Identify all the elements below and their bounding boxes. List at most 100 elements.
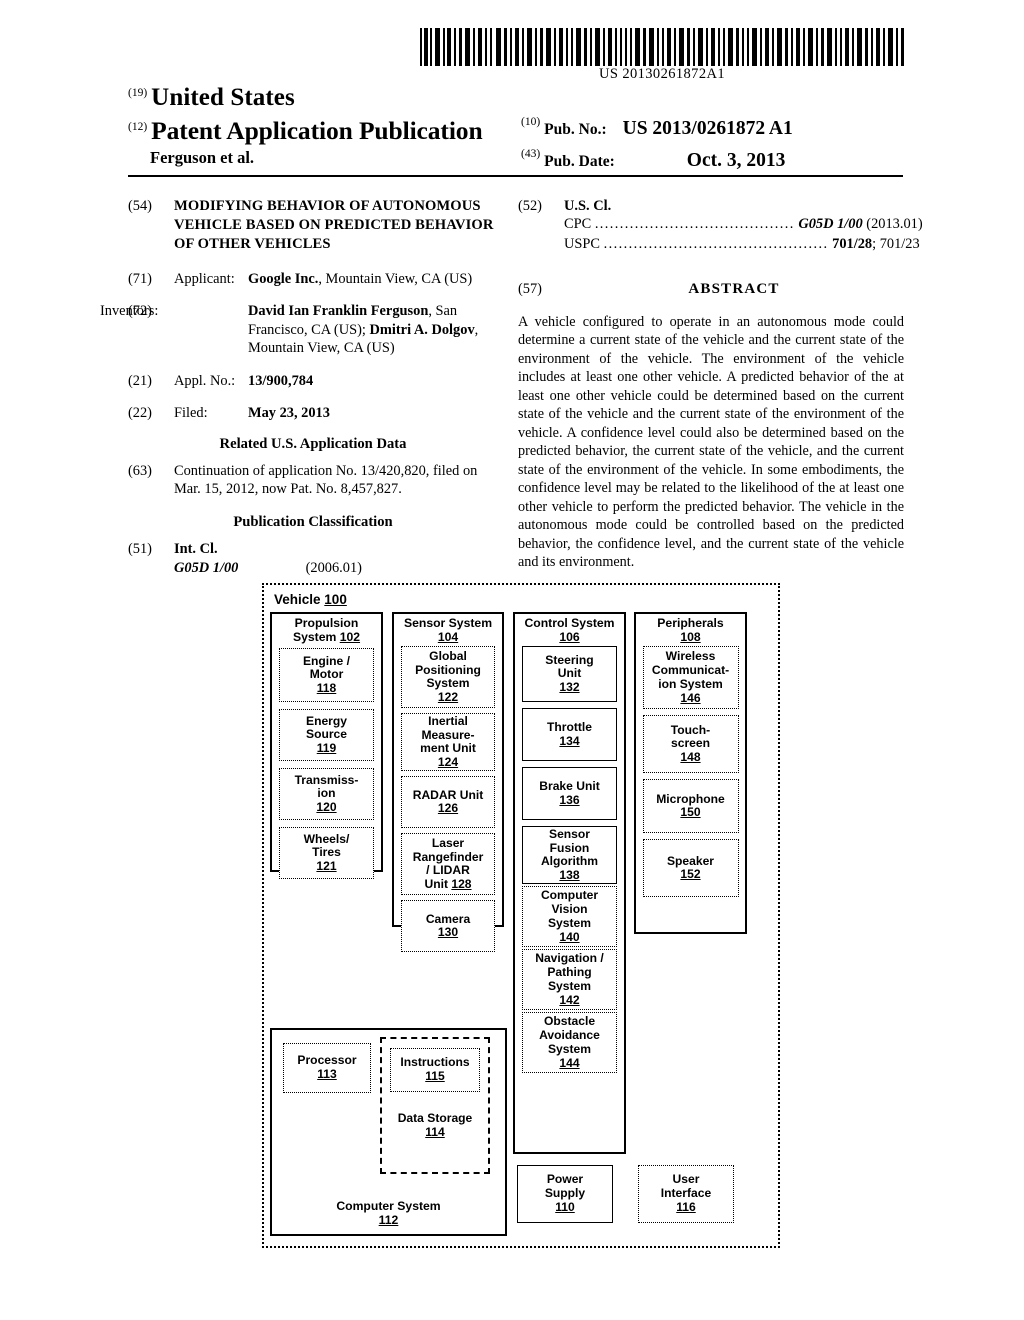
- computer-system-title: Computer System 112: [272, 1199, 505, 1228]
- power-supply-line1: Power: [546, 1172, 584, 1187]
- wheels-tires-line1: Wheels/: [303, 831, 350, 846]
- box-obstacle-avoidance-system: Obstacle Avoidance System 144: [522, 1012, 617, 1074]
- radar-line1: RADAR Unit: [412, 787, 484, 802]
- field-code-54: (54): [128, 198, 152, 214]
- cvs-line2: Vision: [551, 902, 588, 917]
- continuation-text: Continuation of application No. 13/420,8…: [174, 462, 478, 497]
- energy-source-line1: Energy: [306, 713, 347, 728]
- transmission-num: 120: [316, 800, 337, 815]
- control-title-num: 106: [559, 629, 580, 644]
- control-title-line1: Control System: [524, 616, 615, 630]
- steering-line1: Steering: [545, 652, 594, 667]
- code-10: (10): [521, 116, 541, 128]
- gps-line2: Positioning: [415, 662, 481, 677]
- cvs-line3: System: [547, 915, 592, 930]
- abstract-text: A vehicle configured to operate in an au…: [518, 313, 904, 571]
- nav-line3: System: [547, 978, 592, 993]
- field-continuation: (63) Continuation of application No. 13/…: [128, 462, 498, 499]
- oas-line1: Obstacle: [543, 1014, 596, 1029]
- instructions-num: 115: [425, 1069, 445, 1083]
- applicant-address: , Mountain View, CA (US): [318, 270, 473, 287]
- country-line: (19) United States: [128, 84, 295, 112]
- box-sensor-fusion-algorithm: Sensor Fusion Algorithm 138: [522, 826, 617, 885]
- invention-title: MODIFYING BEHAVIOR OF AUTONOMOUS VEHICLE…: [174, 198, 494, 252]
- cpc-label: CPC: [564, 216, 592, 233]
- pub-no-line: (10) Pub. No.: US 2013/0261872 A1: [521, 116, 793, 140]
- code-19: (19): [128, 87, 148, 99]
- uspc-dot-leader: ........................................…: [603, 235, 829, 252]
- biblio-right-column: (52) U.S. Cl. CPC ......................…: [518, 197, 923, 572]
- patent-page: US 20130261872A1 (19) United States (12)…: [0, 0, 1024, 1320]
- imu-num: 124: [437, 755, 459, 770]
- int-cl-edition: (2006.01): [305, 559, 362, 576]
- abstract-heading: ABSTRACT: [688, 281, 780, 298]
- box-brake-unit: Brake Unit 136: [522, 767, 617, 821]
- masthead: (19) United States (12) Patent Applicati…: [128, 84, 904, 171]
- cpc-symbol: G05D 1/00: [798, 216, 863, 233]
- box-throttle: Throttle 134: [522, 708, 617, 762]
- wcs-line2: Communicat-: [651, 663, 730, 678]
- sensor-title-line1: Sensor System: [403, 616, 493, 630]
- speaker-num: 152: [680, 867, 701, 882]
- appl-no-value: 13/900,784: [248, 372, 314, 389]
- country-name: United States: [151, 84, 295, 111]
- group-peripherals-title: Peripherals 108: [636, 614, 745, 644]
- us-cl-label: U.S. Cl.: [564, 198, 612, 214]
- field-applicant: (71) Applicant: Google Inc., Mountain Vie…: [128, 270, 498, 288]
- engine-motor-line2: Motor: [309, 667, 344, 682]
- field-int-cl: (51) Int. Cl. G05D 1/00 (2006.01): [128, 540, 498, 577]
- gps-line1: Global: [429, 648, 467, 663]
- pub-classification-heading: Publication Classification: [233, 514, 393, 531]
- data-storage-label: Data Storage 114: [397, 1111, 473, 1140]
- box-computer-vision-system: Computer Vision System 140: [522, 886, 617, 948]
- inventor-line: Ferguson et al.: [150, 148, 255, 167]
- wcs-line1: Wireless: [665, 649, 716, 664]
- box-instructions: Instructions 115: [390, 1048, 480, 1092]
- camera-num: 130: [437, 925, 459, 940]
- field-filed: (22) Filed: May 23, 2013: [128, 404, 498, 422]
- figure-outer-label-num: 100: [324, 592, 347, 607]
- energy-source-line2: Source: [306, 727, 347, 742]
- gps-num: 122: [437, 690, 459, 705]
- filed-value: May 23, 2013: [248, 405, 330, 422]
- group-peripherals: Peripherals 108 Wireless Communicat- ion…: [634, 612, 747, 934]
- user-interface-line2: Interface: [660, 1186, 712, 1201]
- lidar-num: 128: [451, 877, 472, 892]
- steering-line2: Unit: [557, 666, 582, 681]
- box-global-positioning-system: Global Positioning System 122: [401, 646, 495, 709]
- throttle-num: 134: [559, 733, 580, 748]
- user-interface-num: 116: [676, 1199, 696, 1214]
- touchscreen-line1: Touch-: [670, 722, 711, 737]
- instructions-line1: Instructions: [400, 1055, 470, 1070]
- field-abstract: (57) ABSTRACT: [518, 280, 904, 299]
- propulsion-title-num: 102: [339, 629, 361, 644]
- field-code-21: (21): [128, 372, 152, 389]
- processor-num: 113: [317, 1067, 337, 1081]
- barcode: [418, 28, 906, 66]
- box-speaker: Speaker 152: [642, 839, 739, 898]
- data-storage-line1: Data Storage: [397, 1111, 473, 1125]
- field-code-63: (63): [128, 462, 152, 479]
- box-wheels-tires: Wheels/ Tires 121: [279, 827, 374, 880]
- code-43: (43): [521, 148, 541, 160]
- gps-line3: System: [426, 676, 470, 691]
- box-transmission: Transmiss- ion 120: [279, 768, 374, 821]
- box-inertial-measurement-unit: Inertial Measure- ment Unit 124: [401, 713, 495, 772]
- figure-vehicle-block-diagram: Vehicle 100 Propulsion System 102 Engine…: [262, 583, 780, 1248]
- field-code-57: (57): [518, 281, 542, 298]
- peripherals-title-num: 108: [680, 629, 701, 644]
- box-wireless-communication-system: Wireless Communicat- ion System 146: [642, 646, 739, 710]
- radar-num: 126: [437, 801, 459, 816]
- cpc-dot-leader: ........................................: [594, 216, 795, 233]
- field-code-51: (51): [128, 541, 152, 558]
- box-energy-source: Energy Source 119: [279, 709, 374, 762]
- sensor-title-num: 104: [437, 629, 459, 644]
- field-us-cl: (52) U.S. Cl. CPC ......................…: [518, 197, 923, 254]
- pub-date-label: Pub. Date:: [544, 153, 615, 170]
- box-user-interface: User Interface 116: [638, 1165, 734, 1223]
- inventor-2-name: Dmitri A. Dolgov: [369, 321, 475, 338]
- group-control-system-title: Control System 106: [515, 614, 624, 644]
- imu-line2: Measure-: [421, 727, 475, 742]
- uspc-primary: 701/28: [832, 235, 873, 252]
- microphone-num: 150: [680, 805, 701, 820]
